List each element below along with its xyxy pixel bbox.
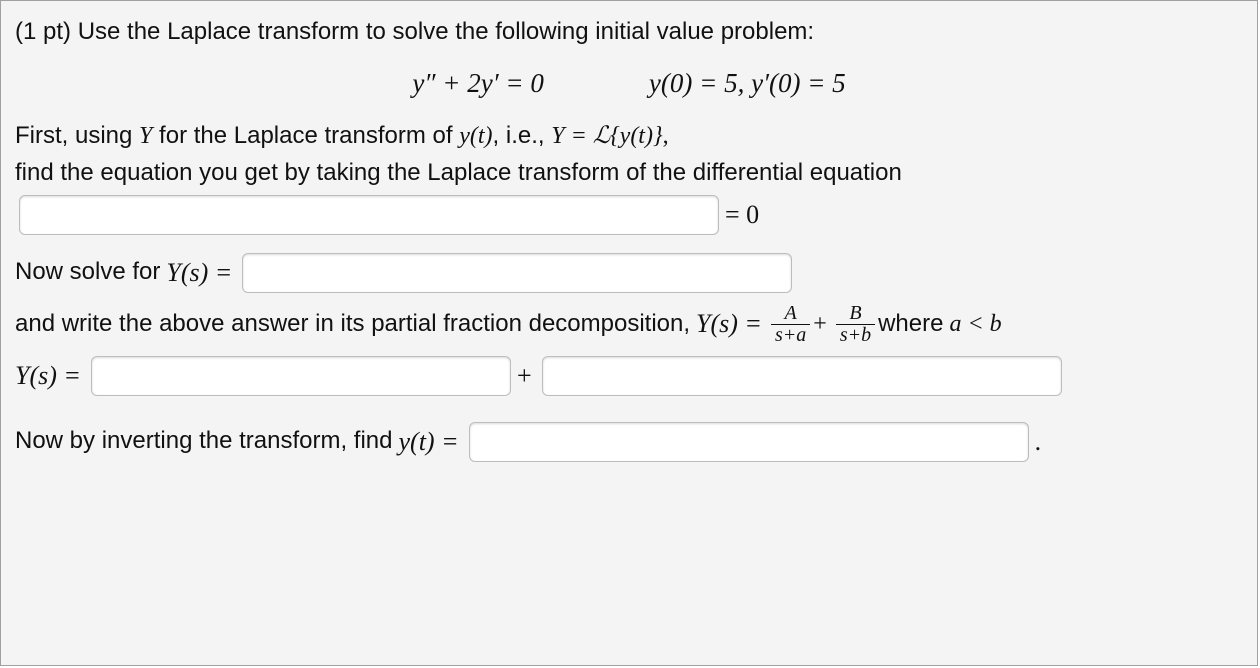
invert-transform-row: Now by inverting the transform, find y(t… (15, 422, 1243, 462)
equation-display: y″ + 2y′ = 0 y(0) = 5, y′(0) = 5 (15, 64, 1243, 103)
problem-container: (1 pt) Use the Laplace transform to solv… (0, 0, 1258, 666)
initial-values: y(0) = 5, y′(0) = 5 (649, 68, 846, 98)
step1-Yeq: Y = (551, 123, 593, 149)
step1-braces: {y(t)} (610, 123, 663, 149)
plus-between-inputs: + (517, 357, 532, 395)
step5-pre: Now by inverting the transform, find (15, 424, 393, 459)
partial-fraction-input-row: Y(s) = + (15, 356, 1243, 396)
yt-solution-input[interactable] (469, 422, 1029, 462)
step1-pre: First, using (15, 122, 139, 149)
Ys-solution-input[interactable] (242, 253, 792, 293)
fracB-num: B (836, 303, 875, 324)
step1-post: , i.e., (493, 122, 552, 149)
transform-equation-row: = 0 (15, 195, 1243, 235)
intro-text: Use the Laplace transform to solve the f… (78, 18, 814, 45)
plus-between-fracs: + (813, 307, 827, 342)
fracA-num: A (771, 303, 810, 324)
step1-line1: First, using Y for the Laplace transform… (15, 119, 1243, 154)
fracB-den: s+b (836, 324, 875, 346)
fracA-den: s+a (771, 324, 810, 346)
laplace-equation-input[interactable] (19, 195, 719, 235)
step1-yt: y(t) (459, 123, 492, 149)
step3-pre: and write the above answer in its partia… (15, 307, 690, 342)
partial-fraction-line: and write the above answer in its partia… (15, 303, 1243, 346)
ode-expression: y″ + 2y′ = 0 (412, 68, 544, 98)
a-lt-b: a < b (949, 307, 1001, 342)
partial-fraction-B-input[interactable] (542, 356, 1062, 396)
fraction-B: B s+b (836, 303, 875, 346)
intro-line: (1 pt) Use the Laplace transform to solv… (15, 15, 1243, 50)
step1-comma: , (663, 123, 669, 149)
step1-line2: find the equation you get by taking the … (15, 156, 1243, 191)
laplace-symbol: ℒ (593, 123, 610, 149)
Ys-label-2: Y(s) = (696, 305, 762, 343)
step1-Y: Y (139, 123, 152, 149)
final-period: . (1035, 423, 1042, 461)
Ys-label-3: Y(s) = (15, 357, 81, 395)
step3-where: where (878, 307, 943, 342)
Ys-label-1: Y(s) = (166, 254, 232, 292)
equals-zero: = 0 (725, 196, 759, 234)
solve-Ys-row: Now solve for Y(s) = (15, 253, 1243, 293)
partial-fraction-A-input[interactable] (91, 356, 511, 396)
step1-mid: for the Laplace transform of (152, 122, 459, 149)
fraction-A: A s+a (771, 303, 810, 346)
yt-label: y(t) = (399, 423, 459, 461)
points-prefix: (1 pt) (15, 18, 78, 45)
step2-pre: Now solve for (15, 255, 160, 290)
step1-line2-text: find the equation you get by taking the … (15, 159, 902, 186)
